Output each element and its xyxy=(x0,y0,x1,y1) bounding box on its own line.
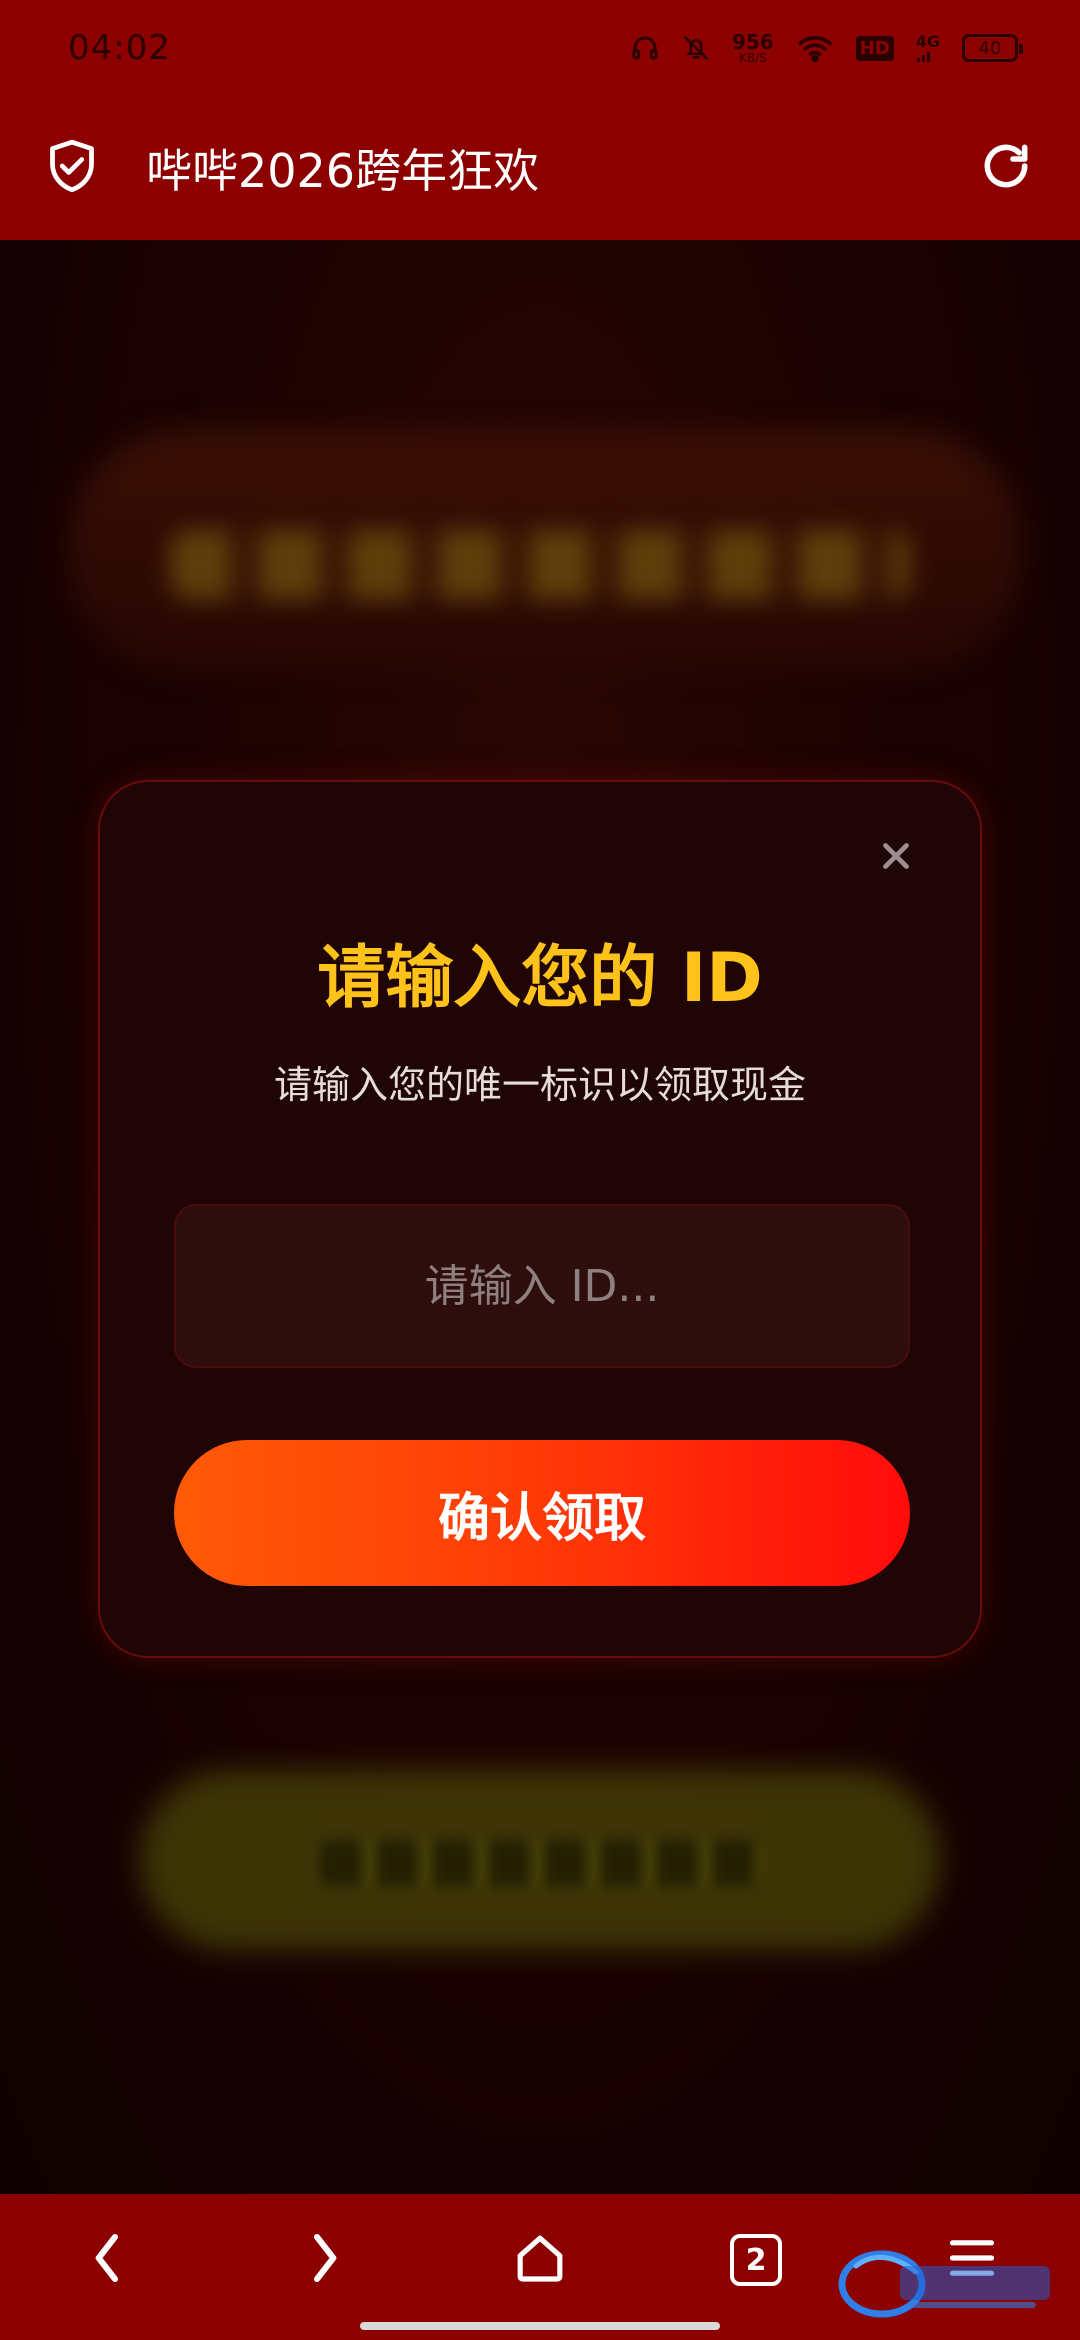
network-speed: 956 KB/S xyxy=(732,32,774,64)
tabs-button[interactable]: 2 xyxy=(711,2215,801,2305)
headphones-icon xyxy=(630,33,660,63)
shield-check-icon[interactable] xyxy=(46,137,98,199)
network-speed-value: 956 xyxy=(731,30,774,54)
bell-muted-icon xyxy=(682,33,710,63)
menu-button[interactable] xyxy=(927,2215,1017,2305)
page-title: 哔哔2026跨年狂欢 xyxy=(146,144,540,198)
screen: 04:02 956 KB/S HD 4G 40 哔哔2026跨年狂欢 请输入您的… xyxy=(0,0,1080,2340)
back-button[interactable] xyxy=(63,2215,153,2305)
confirm-claim-button[interactable]: 确认领取 xyxy=(174,1440,910,1586)
id-input[interactable] xyxy=(174,1204,910,1368)
home-icon xyxy=(512,2230,568,2290)
status-icons: 956 KB/S HD 4G 40 xyxy=(630,32,1023,64)
forward-icon xyxy=(304,2230,344,2290)
refresh-icon[interactable] xyxy=(978,138,1034,198)
network-speed-unit: KB/S xyxy=(738,51,767,65)
app-bar: 哔哔2026跨年狂欢 xyxy=(0,96,1080,240)
id-dialog: 请输入您的 ID 请输入您的唯一标识以领取现金 确认领取 xyxy=(98,780,982,1658)
home-button[interactable] xyxy=(495,2215,585,2305)
network-type: 4G xyxy=(916,34,940,62)
wifi-icon xyxy=(796,33,834,63)
network-type-label: 4G xyxy=(915,32,940,51)
bottom-nav: 2 xyxy=(0,2194,1080,2340)
status-time: 04:02 xyxy=(68,28,171,68)
hd-badge: HD xyxy=(855,35,894,61)
tab-count: 2 xyxy=(730,2234,782,2286)
status-bar: 04:02 956 KB/S HD 4G 40 xyxy=(0,0,1080,96)
close-icon xyxy=(878,838,914,878)
battery-level: 40 xyxy=(978,37,1002,59)
forward-button[interactable] xyxy=(279,2215,369,2305)
home-indicator[interactable] xyxy=(360,2322,720,2330)
menu-icon xyxy=(946,2236,998,2284)
battery-indicator: 40 xyxy=(962,34,1023,62)
close-button[interactable] xyxy=(872,834,920,882)
dialog-title: 请输入您的 ID xyxy=(317,939,763,1018)
dialog-subtitle: 请输入您的唯一标识以领取现金 xyxy=(273,1063,806,1107)
back-icon xyxy=(88,2230,128,2290)
